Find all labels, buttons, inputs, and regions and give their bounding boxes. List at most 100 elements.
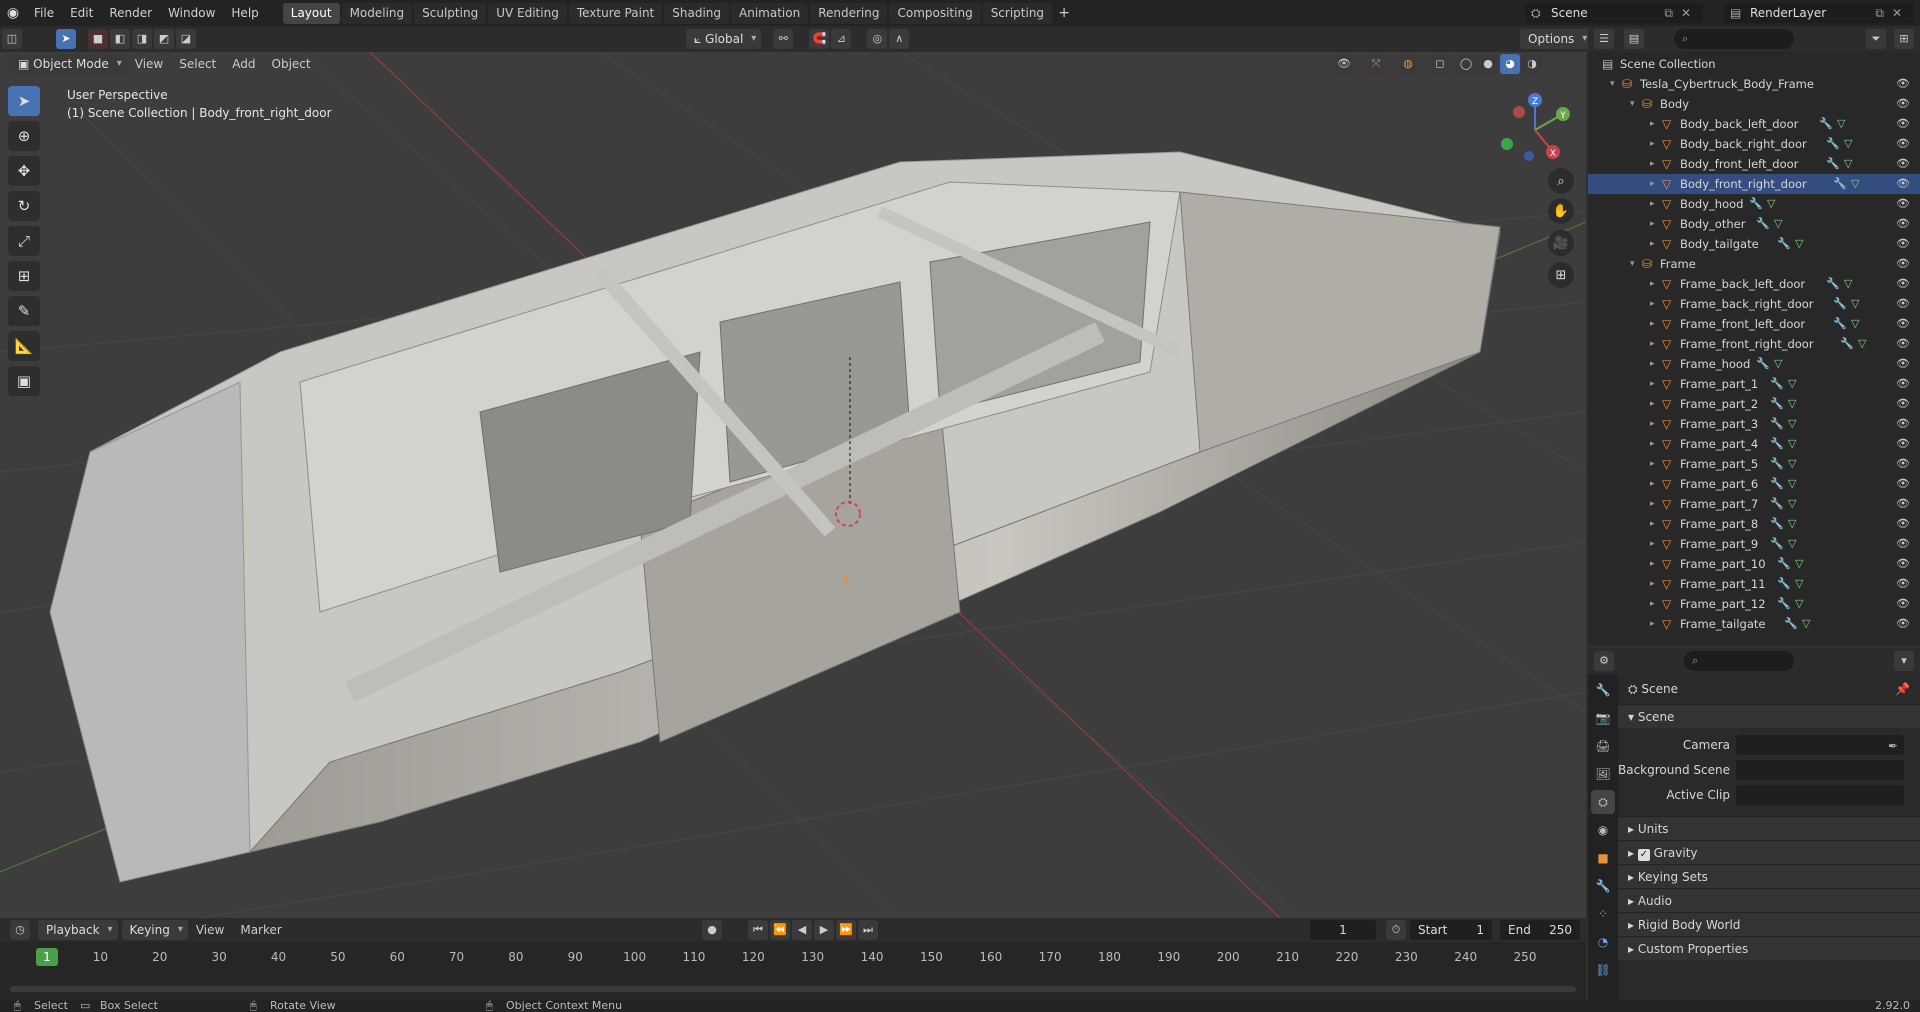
modifier-icon[interactable]: 🔧 (1756, 354, 1770, 374)
units-panel[interactable]: ▸ Units (1618, 816, 1920, 840)
view-layer-buttons[interactable]: ⧉✕ (1875, 3, 1910, 23)
annotate-tool-icon[interactable]: ✎ (8, 296, 40, 326)
scene-tab-icon[interactable]: ⛭ (1591, 790, 1615, 814)
outliner-object-row[interactable]: ▸ ▽ Body_front_right_door 🔧 ▽ 👁 (1588, 174, 1920, 194)
visibility-eye-icon[interactable]: 👁 (1896, 234, 1910, 254)
particles-tab-icon[interactable]: ⁘ (1591, 902, 1615, 926)
timeline-menu-marker[interactable]: Marker (232, 923, 289, 937)
expand-arrow-icon[interactable]: ▸ (1650, 474, 1655, 494)
tab-uv-editing[interactable]: UV Editing (488, 2, 567, 24)
audio-panel[interactable]: ▸ Audio (1618, 888, 1920, 912)
outliner-object-row[interactable]: ▸ ▽ Frame_part_9 🔧 ▽ 👁 (1588, 534, 1920, 554)
add-cube-tool-icon[interactable]: ▣ (8, 366, 40, 396)
camera-view-icon[interactable]: 🎥 (1548, 230, 1574, 256)
expand-arrow-icon[interactable]: ▸ (1650, 574, 1655, 594)
keying-dropdown[interactable]: Keying (121, 920, 188, 940)
properties-search[interactable]: ⌕ (1684, 651, 1794, 671)
mesh-data-icon[interactable]: ▽ (1795, 574, 1803, 594)
viewport-menu-view[interactable]: View (127, 57, 171, 71)
gizmo-toggle-icon[interactable]: ⤧ (1366, 54, 1386, 74)
extend-selection-icon[interactable]: ◧ (110, 29, 130, 49)
mesh-data-icon[interactable]: ▽ (1788, 394, 1796, 414)
play-icon[interactable]: ▶ (814, 920, 834, 940)
expand-arrow-icon[interactable]: ▸ (1650, 234, 1655, 254)
visibility-eye-icon[interactable]: 👁 (1896, 394, 1910, 414)
tab-shading[interactable]: Shading (664, 2, 729, 24)
object-tab-icon[interactable]: ■ (1591, 846, 1615, 870)
expand-arrow-icon[interactable]: ▸ (1650, 134, 1655, 154)
outliner-editor-icon[interactable]: ☰ (1594, 29, 1614, 49)
mesh-data-icon[interactable]: ▽ (1788, 494, 1796, 514)
keying-sets-panel[interactable]: ▸ Keying Sets (1618, 864, 1920, 888)
mesh-data-icon[interactable]: ▽ (1774, 354, 1782, 374)
new-selection-icon[interactable]: ■ (88, 29, 108, 49)
outliner-object-row[interactable]: ▸ ▽ Frame_part_1 🔧 ▽ 👁 (1588, 374, 1920, 394)
visibility-eye-icon[interactable]: 👁 (1896, 114, 1910, 134)
jump-start-icon[interactable]: ⏮ (748, 920, 768, 940)
camera-field[interactable]: ✒ (1736, 735, 1904, 755)
modifier-icon[interactable]: 🔧 (1749, 194, 1763, 214)
pan-hand-icon[interactable]: ✋ (1548, 198, 1574, 224)
blender-logo-icon[interactable]: ◉ (0, 0, 26, 26)
expand-arrow-icon[interactable]: ▸ (1650, 354, 1655, 374)
visibility-eye-icon[interactable]: 👁 (1896, 214, 1910, 234)
outliner-object-row[interactable]: ▸ ▽ Frame_front_left_door 🔧 ▽ 👁 (1588, 314, 1920, 334)
current-frame-field[interactable]: 1 (1310, 920, 1376, 940)
menu-help[interactable]: Help (223, 6, 266, 20)
transform-tool-icon[interactable]: ⊞ (8, 261, 40, 291)
mesh-data-icon[interactable]: ▽ (1802, 614, 1810, 634)
outliner-object-row[interactable]: ▸ ▽ Frame_back_right_door 🔧 ▽ 👁 (1588, 294, 1920, 314)
mesh-data-icon[interactable]: ▽ (1795, 554, 1803, 574)
outliner-object-row[interactable]: ▸ ▽ Frame_part_11 🔧 ▽ 👁 (1588, 574, 1920, 594)
modifier-icon[interactable]: 🔧 (1770, 394, 1784, 414)
outliner-object-row[interactable]: ▸ ▽ Frame_part_7 🔧 ▽ 👁 (1588, 494, 1920, 514)
outliner-object-row[interactable]: ▸ ▽ Body_back_right_door 🔧 ▽ 👁 (1588, 134, 1920, 154)
visibility-eye-icon[interactable]: 👁 (1896, 374, 1910, 394)
modifier-icon[interactable]: 🔧 (1833, 294, 1847, 314)
expand-arrow-icon[interactable]: ▸ (1650, 514, 1655, 534)
zoom-icon[interactable]: ⌕ (1548, 168, 1574, 194)
pivot-icon[interactable]: ⚯ (773, 29, 794, 49)
expand-arrow-icon[interactable]: ▸ (1650, 154, 1655, 174)
visibility-eye-icon[interactable]: 👁 (1896, 254, 1910, 274)
select-mode-icon[interactable]: ➤ (56, 29, 76, 49)
modifier-icon[interactable]: 🔧 (1840, 334, 1854, 354)
add-workspace-button[interactable]: + (1054, 5, 1074, 21)
playback-dropdown[interactable]: Playback (38, 920, 118, 940)
view-layer-tab-icon[interactable]: 🖼 (1591, 762, 1615, 786)
visibility-eye-icon[interactable]: 👁 (1896, 614, 1910, 634)
outliner-object-row[interactable]: ▸ ▽ Body_front_left_door 🔧 ▽ 👁 (1588, 154, 1920, 174)
navigation-gizmo[interactable]: Z Y X (1495, 90, 1575, 170)
expand-arrow-icon[interactable]: ▸ (1650, 194, 1655, 214)
expand-arrow-icon[interactable]: ▸ (1650, 314, 1655, 334)
mesh-data-icon[interactable]: ▽ (1788, 374, 1796, 394)
outliner-object-row[interactable]: ▸ ▽ Body_back_left_door 🔧 ▽ 👁 (1588, 114, 1920, 134)
editor-type-icon[interactable]: ◫ (2, 29, 22, 49)
outliner-collection-row[interactable]: ▤ Scene Collection (1588, 54, 1920, 74)
custom-properties-panel[interactable]: ▸ Custom Properties (1618, 936, 1920, 960)
filter-icon[interactable]: ⏷ (1866, 29, 1886, 49)
outliner-object-row[interactable]: ▸ ▽ Frame_part_10 🔧 ▽ 👁 (1588, 554, 1920, 574)
visibility-eye-icon[interactable]: 👁 (1896, 354, 1910, 374)
play-reverse-icon[interactable]: ◀ (792, 920, 812, 940)
expand-arrow-icon[interactable]: ▸ (1650, 294, 1655, 314)
modifier-icon[interactable]: 🔧 (1770, 414, 1784, 434)
tool-tab-icon[interactable]: 🔧 (1591, 678, 1615, 702)
view-layer-selector[interactable]: ▤ RenderLayer ⧉✕ (1724, 3, 1914, 23)
modifier-tab-icon[interactable]: 🔧 (1591, 874, 1615, 898)
gravity-panel[interactable]: ▸ ✓ Gravity (1618, 840, 1920, 864)
visibility-eye-icon[interactable]: 👁 (1896, 534, 1910, 554)
modifier-icon[interactable]: 🔧 (1826, 154, 1840, 174)
rendered-shading-icon[interactable]: ◑ (1522, 54, 1542, 74)
mesh-data-icon[interactable]: ▽ (1788, 434, 1796, 454)
outliner-object-row[interactable]: ▸ ▽ Frame_front_right_door 🔧 ▽ 👁 (1588, 334, 1920, 354)
new-collection-icon[interactable]: ⊞ (1894, 29, 1914, 49)
menu-window[interactable]: Window (160, 6, 223, 20)
modifier-icon[interactable]: 🔧 (1833, 174, 1847, 194)
modifier-icon[interactable]: 🔧 (1770, 434, 1784, 454)
scene-panel-header[interactable]: ▾ Scene (1618, 704, 1920, 728)
expand-arrow-icon[interactable]: ▾ (1630, 94, 1635, 114)
outliner-object-row[interactable]: ▸ ▽ Body_hood 🔧 ▽ 👁 (1588, 194, 1920, 214)
move-tool-icon[interactable]: ✥ (8, 156, 40, 186)
falloff-icon[interactable]: ∧ (889, 29, 910, 49)
